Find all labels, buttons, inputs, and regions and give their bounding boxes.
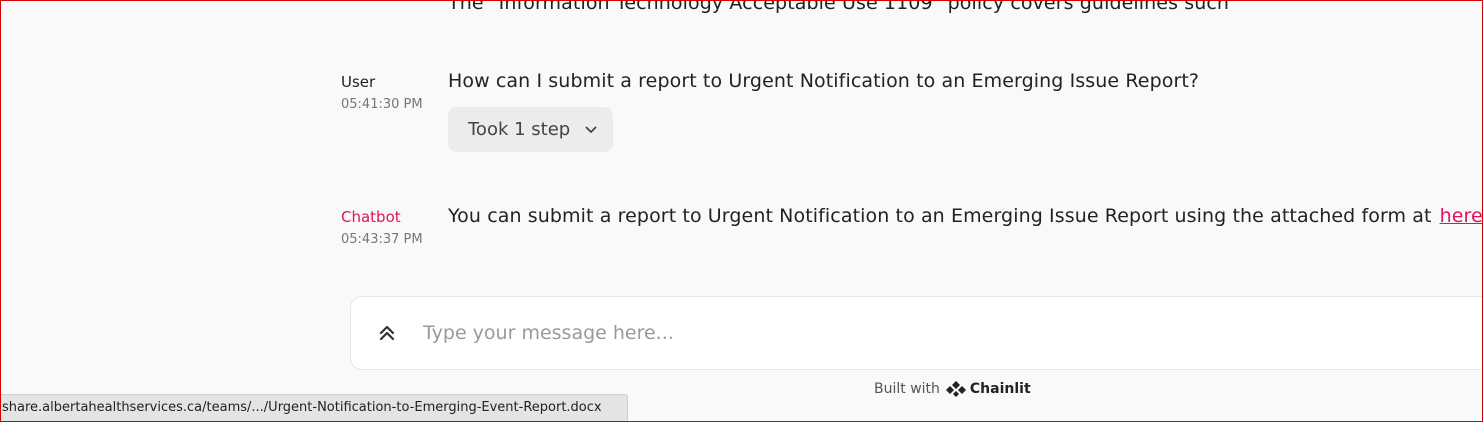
message-author: User <box>341 73 376 91</box>
chainlit-brand-link[interactable]: Chainlit <box>945 380 1031 398</box>
chatbot-message-meta: Chatbot 05:43:37 PM <box>341 208 423 248</box>
user-message-text: How can I submit a report to Urgent Noti… <box>448 70 1200 92</box>
user-message-meta: User 05:41:30 PM <box>341 73 423 113</box>
chatbot-message-text: You can submit a report to Urgent Notifi… <box>448 205 1432 227</box>
message-composer <box>350 296 1483 370</box>
chainlit-logo-icon <box>945 381 966 397</box>
message-input[interactable] <box>421 317 1325 349</box>
chevron-down-icon <box>585 126 597 133</box>
built-with-footer: Built with Chainlit <box>874 380 1031 398</box>
chatbot-message: You can submit a report to Urgent Notifi… <box>448 205 1483 227</box>
took-steps-toggle-button[interactable]: Took 1 step <box>448 107 613 152</box>
message-author: Chatbot <box>341 208 401 226</box>
previous-message-text: The "Information Technology Acceptable U… <box>448 0 1230 14</box>
message-timestamp: 05:43:37 PM <box>341 232 423 247</box>
message-timestamp: 05:41:30 PM <box>341 97 423 112</box>
form-link[interactable]: here <box>1440 205 1483 227</box>
built-with-label: Built with <box>874 381 940 397</box>
step-toggle-label: Took 1 step <box>468 119 571 140</box>
brand-name: Chainlit <box>969 381 1031 397</box>
double-chevron-up-icon[interactable] <box>375 321 399 345</box>
browser-status-bar: share.albertahealthservices.ca/teams/...… <box>0 394 628 422</box>
